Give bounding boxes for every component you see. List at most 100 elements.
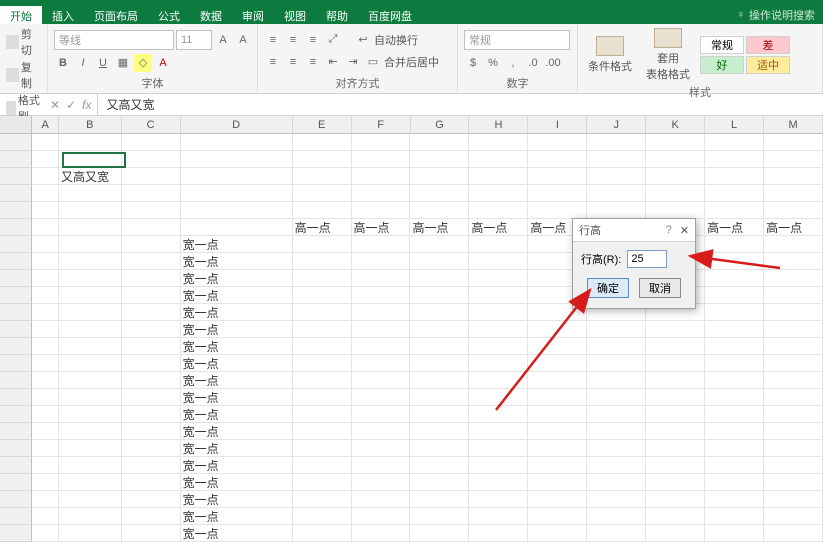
cell[interactable] xyxy=(293,253,352,270)
cell[interactable] xyxy=(32,134,59,151)
cell[interactable] xyxy=(59,474,122,491)
cell[interactable] xyxy=(410,287,469,304)
cell[interactable] xyxy=(32,406,59,423)
style-neutral[interactable]: 适中 xyxy=(746,56,790,74)
cell[interactable] xyxy=(705,321,764,338)
cell[interactable] xyxy=(352,185,411,202)
cell[interactable] xyxy=(587,202,646,219)
style-good[interactable]: 好 xyxy=(700,56,744,74)
cell[interactable] xyxy=(32,168,59,185)
cell[interactable] xyxy=(646,389,705,406)
cell-styles-gallery[interactable]: 常规 差 好 适中 xyxy=(700,36,790,74)
cell[interactable] xyxy=(59,389,122,406)
cell[interactable] xyxy=(705,253,764,270)
align-right-button[interactable]: ≡ xyxy=(304,53,322,71)
cell[interactable] xyxy=(122,474,181,491)
cell[interactable] xyxy=(469,372,528,389)
row-header[interactable] xyxy=(0,134,32,151)
cell[interactable] xyxy=(528,389,587,406)
cell[interactable] xyxy=(122,338,181,355)
cell[interactable] xyxy=(352,525,411,542)
cell[interactable] xyxy=(410,525,469,542)
cell[interactable] xyxy=(293,168,352,185)
cell[interactable] xyxy=(528,151,587,168)
cell[interactable] xyxy=(705,440,764,457)
cell[interactable] xyxy=(587,389,646,406)
cut-button[interactable]: 剪切 xyxy=(6,26,41,58)
cell[interactable] xyxy=(587,423,646,440)
cell[interactable] xyxy=(646,134,705,151)
cell[interactable] xyxy=(469,134,528,151)
cell[interactable] xyxy=(181,202,293,219)
currency-button[interactable]: $ xyxy=(464,54,482,72)
cell[interactable] xyxy=(352,151,411,168)
cell[interactable] xyxy=(528,168,587,185)
cell[interactable] xyxy=(122,270,181,287)
cell[interactable] xyxy=(293,423,352,440)
cell[interactable] xyxy=(410,202,469,219)
cell[interactable] xyxy=(528,440,587,457)
row-header[interactable] xyxy=(0,168,32,185)
cell[interactable] xyxy=(410,457,469,474)
cell[interactable] xyxy=(122,508,181,525)
cell[interactable] xyxy=(587,440,646,457)
cell[interactable]: 宽一点 xyxy=(181,372,293,389)
cell[interactable] xyxy=(32,525,59,542)
row-header[interactable] xyxy=(0,491,32,508)
cell[interactable] xyxy=(352,338,411,355)
cell[interactable] xyxy=(410,355,469,372)
cell[interactable] xyxy=(646,151,705,168)
cell[interactable] xyxy=(59,338,122,355)
cell[interactable] xyxy=(352,321,411,338)
cell[interactable] xyxy=(469,185,528,202)
cell[interactable] xyxy=(469,304,528,321)
cell[interactable] xyxy=(59,321,122,338)
style-normal[interactable]: 常规 xyxy=(700,36,744,54)
cell[interactable] xyxy=(32,508,59,525)
cell[interactable] xyxy=(293,406,352,423)
cell[interactable] xyxy=(587,491,646,508)
cell[interactable]: 宽一点 xyxy=(181,389,293,406)
cell[interactable] xyxy=(469,389,528,406)
cell[interactable] xyxy=(764,474,823,491)
cell[interactable] xyxy=(764,134,823,151)
cell[interactable] xyxy=(764,457,823,474)
cell[interactable] xyxy=(59,151,122,168)
cell[interactable] xyxy=(32,151,59,168)
border-button[interactable]: ▦ xyxy=(114,54,132,72)
cell[interactable] xyxy=(764,423,823,440)
cell[interactable] xyxy=(705,423,764,440)
row-header[interactable] xyxy=(0,219,32,236)
row-header[interactable] xyxy=(0,440,32,457)
cell[interactable] xyxy=(410,321,469,338)
cell[interactable] xyxy=(59,440,122,457)
cell[interactable] xyxy=(352,389,411,406)
cell[interactable] xyxy=(587,525,646,542)
cell[interactable] xyxy=(32,389,59,406)
cell[interactable] xyxy=(59,491,122,508)
tab-home[interactable]: 开始 xyxy=(0,6,42,24)
cell[interactable] xyxy=(528,406,587,423)
cell[interactable] xyxy=(293,508,352,525)
cell[interactable] xyxy=(352,491,411,508)
cell[interactable] xyxy=(122,168,181,185)
cell[interactable] xyxy=(646,185,705,202)
row-header[interactable] xyxy=(0,508,32,525)
cell[interactable] xyxy=(293,525,352,542)
cell[interactable] xyxy=(32,372,59,389)
cell[interactable] xyxy=(32,236,59,253)
cell[interactable] xyxy=(410,474,469,491)
cell[interactable] xyxy=(587,406,646,423)
cell[interactable] xyxy=(352,202,411,219)
cell[interactable] xyxy=(764,406,823,423)
cell[interactable] xyxy=(32,304,59,321)
cell[interactable] xyxy=(764,491,823,508)
col-header-g[interactable]: G xyxy=(411,116,470,133)
cell[interactable]: 宽一点 xyxy=(181,491,293,508)
cell[interactable] xyxy=(705,355,764,372)
cell[interactable]: 宽一点 xyxy=(181,474,293,491)
bold-button[interactable]: B xyxy=(54,54,72,72)
cell[interactable] xyxy=(59,423,122,440)
cell[interactable] xyxy=(59,236,122,253)
row-header[interactable] xyxy=(0,389,32,406)
